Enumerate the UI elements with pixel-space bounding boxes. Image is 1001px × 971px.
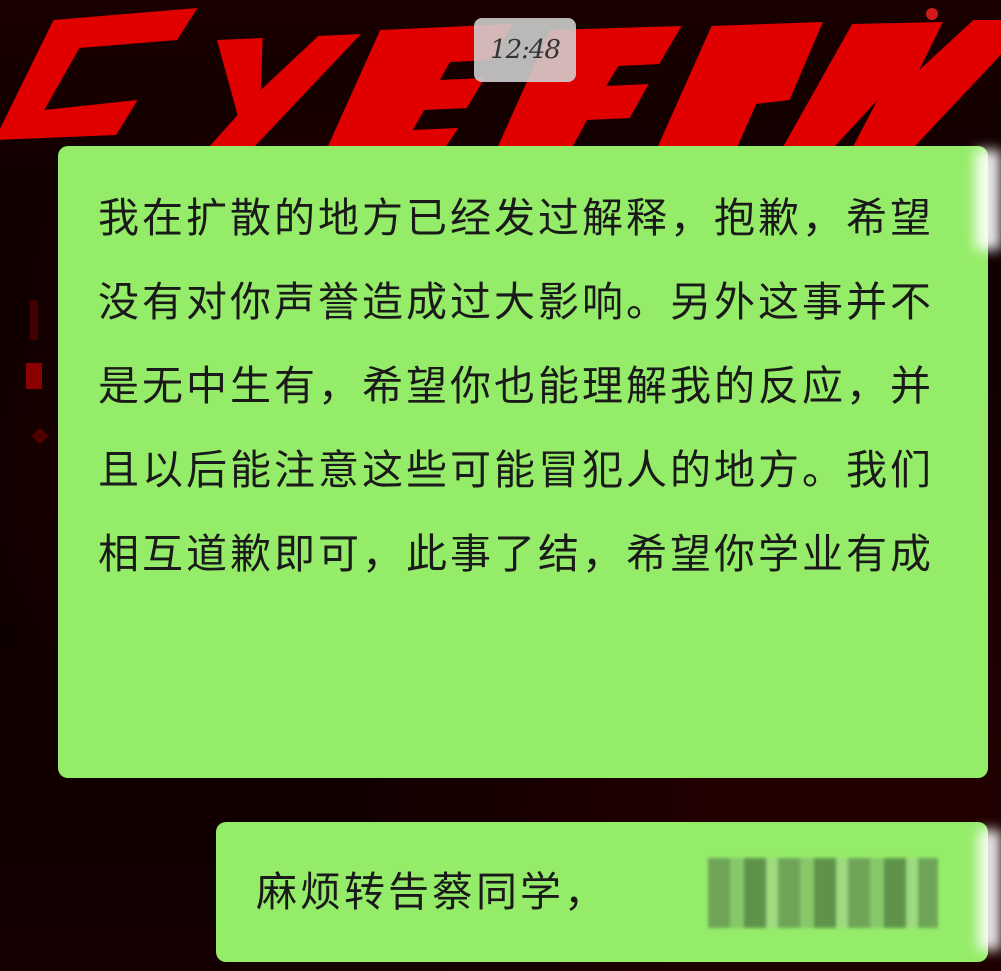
wallpaper-accent: [26, 363, 42, 389]
cropped-avatar: [975, 150, 1001, 250]
message-timestamp: 12:48: [474, 18, 576, 82]
message-text: 我在扩散的地方已经发过解释，抱歉，希望没有对你声誉造成过大影响。另外这事并不是无…: [98, 194, 934, 578]
wallpaper-accent: [30, 300, 38, 340]
message-bubble[interactable]: 麻烦转告蔡同学，: [216, 822, 988, 962]
redacted-name: [708, 858, 938, 928]
wallpaper-accent: [31, 427, 49, 445]
cropped-avatar: [978, 830, 1001, 950]
message-bubble[interactable]: 我在扩散的地方已经发过解释，抱歉，希望没有对你声誉造成过大影响。另外这事并不是无…: [58, 146, 988, 778]
wallpaper-accent: [926, 8, 938, 20]
message-text: 麻烦转告蔡同学，: [256, 868, 608, 916]
